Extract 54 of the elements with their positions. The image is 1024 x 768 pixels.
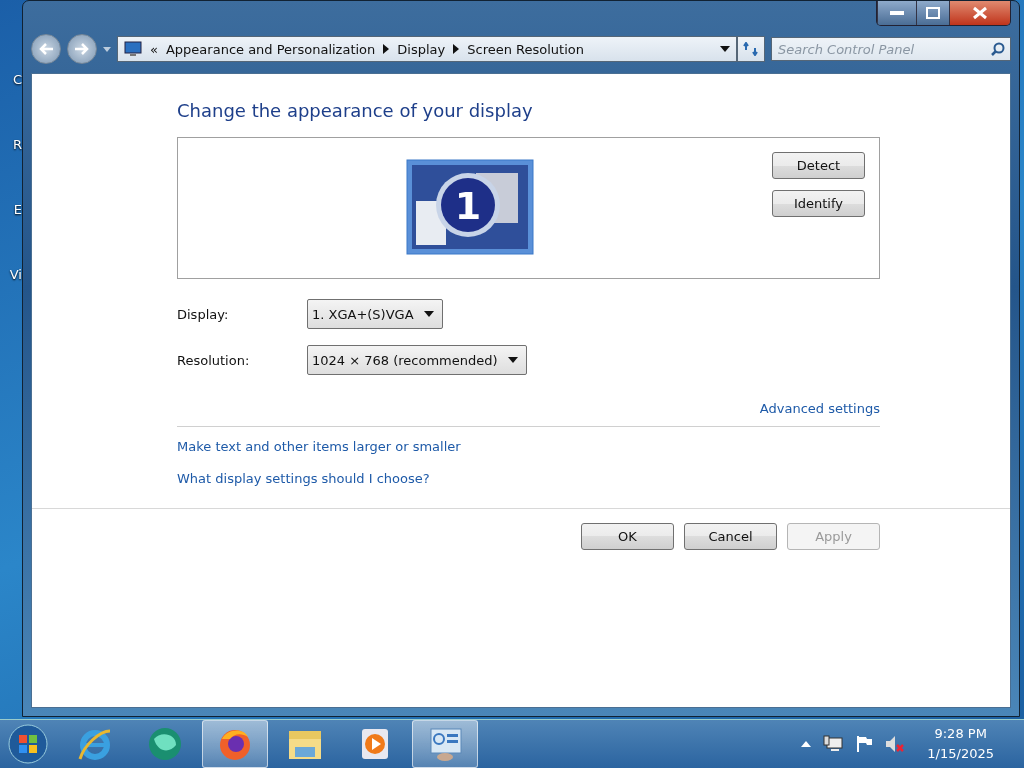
- back-arrow-icon: [39, 43, 53, 55]
- maximize-icon: [926, 7, 940, 19]
- muted-speaker-icon[interactable]: [885, 735, 906, 753]
- taskbar-app-button[interactable]: [412, 720, 478, 768]
- preview-action-button[interactable]: Identify: [772, 190, 865, 217]
- field-label: Display:: [177, 306, 230, 322]
- caret-icon: [720, 46, 730, 52]
- start-button[interactable]: [6, 722, 50, 766]
- breadcrumb-item[interactable]: Display: [397, 41, 446, 57]
- monitor-icon: [124, 41, 142, 57]
- show-hidden-icons-icon[interactable]: [801, 741, 812, 747]
- address-bar[interactable]: « Appearance and Personalization Display Screen Resolution: [117, 36, 737, 62]
- preview-action-button[interactable]: Detect: [772, 152, 865, 179]
- network-icon[interactable]: [823, 735, 844, 753]
- dropdown[interactable]: 1. XGA+(S)VGA: [307, 299, 443, 329]
- search-icon[interactable]: [991, 42, 1005, 56]
- taskbar-app-button[interactable]: [202, 720, 268, 768]
- forward-button[interactable]: [67, 34, 97, 64]
- desktop-icon-label: Vi: [9, 267, 22, 282]
- field-label: Resolution:: [177, 352, 251, 368]
- close-button[interactable]: [949, 1, 1010, 25]
- desktop-icon-label: R: [12, 137, 22, 152]
- search-field[interactable]: Search Control Panel: [771, 37, 1011, 61]
- forward-arrow-icon: [75, 43, 89, 55]
- clock-time: 9:28 PM: [934, 725, 987, 743]
- back-button[interactable]: [31, 34, 61, 64]
- clock-date: 1/15/2025: [927, 745, 994, 763]
- caret-icon: [507, 357, 518, 363]
- minimize-icon: [890, 11, 904, 15]
- help-link[interactable]: Make text and other items larger or smaller: [177, 439, 461, 454]
- breadcrumb-overflow[interactable]: «: [150, 41, 158, 57]
- desktop-icon-label: C: [12, 72, 22, 87]
- breadcrumb-arrow-icon[interactable]: [383, 44, 390, 54]
- advanced-settings-link[interactable]: Advanced settings: [759, 401, 880, 416]
- monitor-drawing[interactable]: 1: [406, 159, 534, 255]
- history-caret-icon[interactable]: [103, 46, 111, 52]
- dialog-button[interactable]: OK: [581, 523, 674, 550]
- breadcrumb-item[interactable]: Appearance and Personalization: [165, 41, 376, 57]
- minimize-button[interactable]: [877, 1, 916, 25]
- close-icon: [972, 6, 988, 20]
- breadcrumb-item[interactable]: Screen Resolution: [467, 41, 584, 57]
- caret-icon: [423, 311, 434, 317]
- chat-bubble-icon: [146, 725, 184, 763]
- page-heading: Change the appearance of your display: [177, 100, 534, 121]
- breadcrumb-arrow-icon[interactable]: [453, 44, 460, 54]
- flag-icon[interactable]: [855, 735, 874, 753]
- dialog-button[interactable]: Cancel: [684, 523, 777, 550]
- desktop-icon-label: E: [13, 202, 22, 217]
- refresh-button[interactable]: [737, 36, 765, 62]
- refresh-icon: [743, 42, 759, 56]
- maximize-button[interactable]: [916, 1, 949, 25]
- clock[interactable]: 9:28 PM 1/15/2025: [927, 724, 994, 764]
- dropdown[interactable]: 1024 × 768 (recommended): [307, 345, 527, 375]
- help-link[interactable]: What display settings should I choose?: [177, 471, 430, 486]
